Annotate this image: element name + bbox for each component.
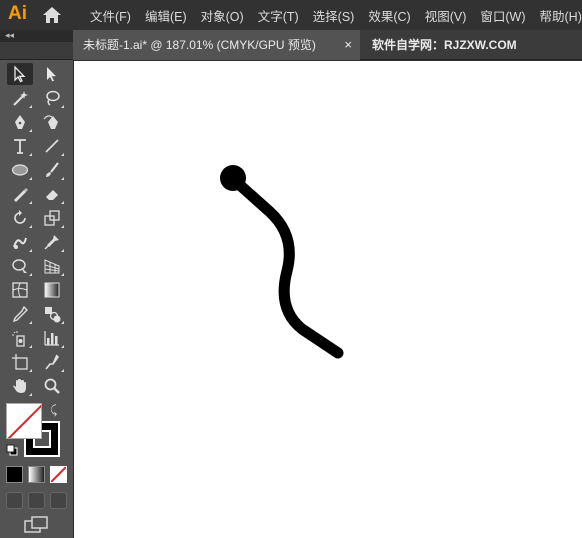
swap-fill-stroke-icon[interactable]: ⤹ xyxy=(50,403,57,418)
mesh-tool-icon[interactable] xyxy=(7,279,33,301)
rotate-tool-icon[interactable] xyxy=(7,207,33,229)
tab-title: 未标题-1.ai* @ 187.01% (CMYK/GPU 预览) xyxy=(83,38,316,52)
draw-behind-icon[interactable] xyxy=(28,492,45,509)
shape-builder-tool-icon[interactable] xyxy=(7,255,33,277)
drawing-mode-row xyxy=(6,492,67,509)
color-mode-row xyxy=(6,466,67,483)
menu-help[interactable]: 帮助(H) xyxy=(540,6,582,25)
line-segment-tool-icon[interactable] xyxy=(39,135,65,157)
gradient-mode-button[interactable] xyxy=(28,466,45,483)
menu-select[interactable]: 选择(S) xyxy=(313,6,355,25)
collapse-panel-button[interactable]: ◂◂ xyxy=(0,30,73,42)
hand-tool-icon[interactable] xyxy=(7,375,33,397)
artwork xyxy=(220,165,344,359)
curvature-tool-icon[interactable] xyxy=(39,111,65,133)
menu-file[interactable]: 文件(F) xyxy=(90,6,131,25)
menu-effect[interactable]: 效果(C) xyxy=(368,6,410,25)
menu-view[interactable]: 视图(V) xyxy=(425,6,467,25)
selection-tool-icon[interactable] xyxy=(7,63,33,85)
none-mode-button[interactable] xyxy=(50,466,67,483)
symbol-sprayer-tool-icon[interactable] xyxy=(7,327,33,349)
close-tab-button[interactable]: × xyxy=(344,30,352,60)
perspective-grid-tool-icon[interactable] xyxy=(39,255,65,277)
artboard-tool-icon[interactable] xyxy=(7,351,33,373)
scale-tool-icon[interactable] xyxy=(39,207,65,229)
curved-stroke-path xyxy=(226,172,344,359)
eyedropper-tool-icon[interactable] xyxy=(7,303,33,325)
color-mode-button[interactable] xyxy=(6,466,23,483)
shaper-tool-icon[interactable] xyxy=(7,183,33,205)
artboard-canvas[interactable] xyxy=(74,61,582,538)
menu-bar: Ai 文件(F) 编辑(E) 对象(O) 文字(T) 选择(S) 效果(C) 视… xyxy=(0,0,582,30)
app-logo: Ai xyxy=(8,3,27,24)
tab-active-document[interactable]: 未标题-1.ai* @ 187.01% (CMYK/GPU 预览) × xyxy=(73,30,360,60)
paintbrush-tool-icon[interactable] xyxy=(39,159,65,181)
puppet-warp-tool-icon[interactable] xyxy=(39,231,65,253)
draw-inside-icon[interactable] xyxy=(50,492,67,509)
slice-tool-icon[interactable] xyxy=(39,351,65,373)
screen-mode-icon[interactable] xyxy=(24,516,48,534)
menu-edit[interactable]: 编辑(E) xyxy=(145,6,187,25)
gradient-tool-icon[interactable] xyxy=(39,279,65,301)
ellipse-tool-icon[interactable] xyxy=(7,159,33,181)
tab-other-document[interactable]: 软件自学网：RJZXW.COM xyxy=(372,30,517,60)
document-tab-bar: ◂◂ 未标题-1.ai* @ 187.01% (CMYK/GPU 预览) × 软… xyxy=(0,30,582,60)
home-icon[interactable] xyxy=(42,6,62,24)
menu-object[interactable]: 对象(O) xyxy=(201,6,244,25)
default-fill-stroke-icon[interactable] xyxy=(6,444,18,456)
lasso-tool-icon[interactable] xyxy=(39,87,65,109)
pen-tool-icon[interactable] xyxy=(7,111,33,133)
fill-color-swatch[interactable] xyxy=(6,403,42,439)
zoom-tool-icon[interactable] xyxy=(39,375,65,397)
menu-type[interactable]: 文字(T) xyxy=(258,6,299,25)
tools-panel: ⤹ xyxy=(0,60,74,538)
magic-wand-tool-icon[interactable] xyxy=(7,87,33,109)
stroke-start-point xyxy=(220,165,246,191)
main-menu: 文件(F) 编辑(E) 对象(O) 文字(T) 选择(S) 效果(C) 视图(V… xyxy=(90,0,582,30)
column-graph-tool-icon[interactable] xyxy=(39,327,65,349)
type-tool-icon[interactable] xyxy=(7,135,33,157)
direct-selection-tool-icon[interactable] xyxy=(39,63,65,85)
draw-normal-icon[interactable] xyxy=(6,492,23,509)
eraser-tool-icon[interactable] xyxy=(39,183,65,205)
menu-window[interactable]: 窗口(W) xyxy=(480,6,525,25)
warp-tool-icon[interactable] xyxy=(7,231,33,253)
blend-tool-icon[interactable] xyxy=(39,303,65,325)
